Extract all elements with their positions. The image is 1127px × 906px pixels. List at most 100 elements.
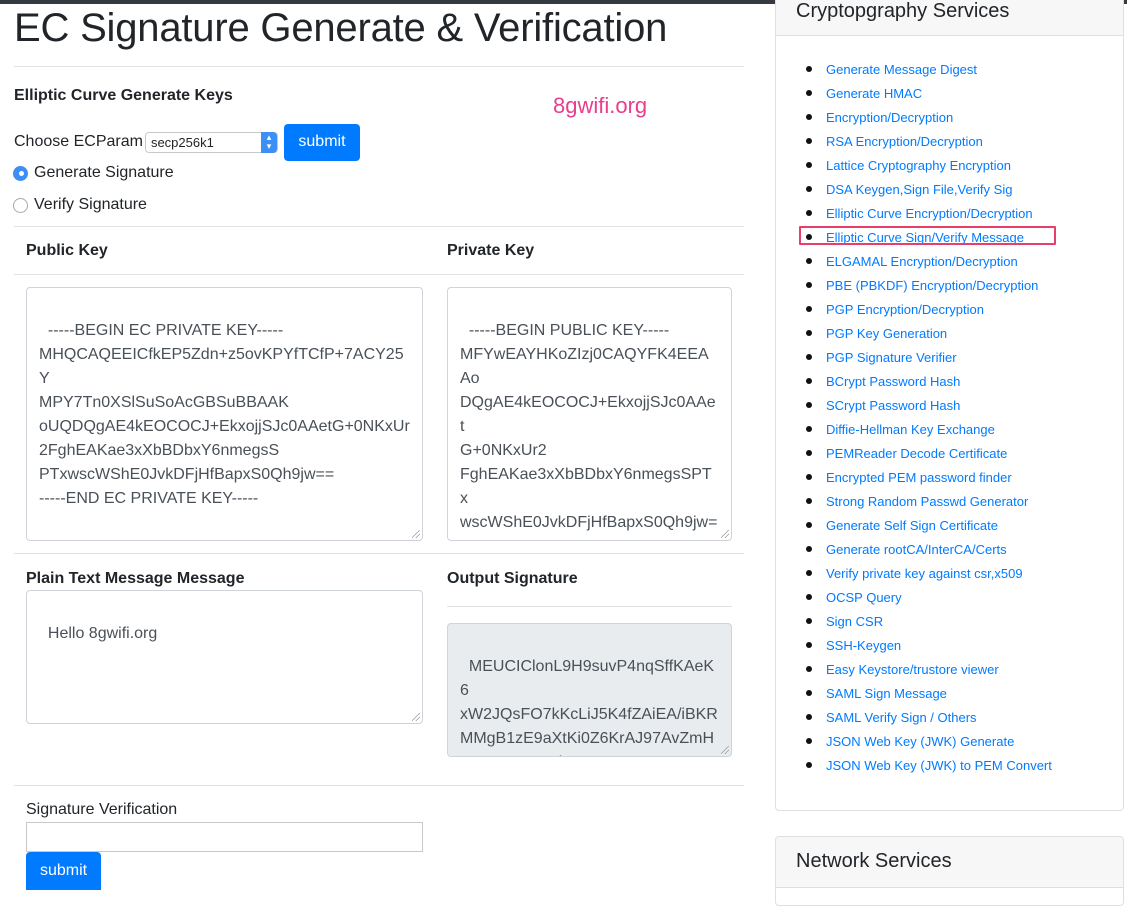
radio-generate-signature[interactable]: Generate Signature [13,164,174,182]
ecparam-select[interactable]: secp256k1 ▴ ▾ [144,131,278,153]
private-key-title: Private Key [447,242,535,259]
radio-label: Verify Signature [34,196,147,213]
keygen-section-title: Elliptic Curve Generate Keys [14,87,233,104]
ecparam-selected-value: secp256k1 [150,134,214,150]
divider [14,785,744,786]
divider [14,226,744,227]
private-key-value: -----BEGIN PUBLIC KEY----- MFYwEAYHKoZIz… [460,322,718,540]
generate-keys-submit-button[interactable]: submit [283,123,360,161]
sidebar-link[interactable]: Elliptic Curve Encryption/Decryption [826,206,1033,221]
sidebar-link[interactable]: JSON Web Key (JWK) to PEM Convert [826,758,1052,773]
sidebar-link[interactable]: PGP Signature Verifier [826,350,957,365]
sidebar-item: OCSP Query [800,585,1052,609]
bullet-icon [806,90,812,96]
radio-verify-signature[interactable]: Verify Signature [13,196,147,214]
sidebar-item: Strong Random Passwd Generator [800,489,1052,513]
bullet-icon [806,546,812,552]
bullet-icon [806,498,812,504]
sidebar-link[interactable]: SAML Sign Message [826,686,947,701]
sidebar-link[interactable]: Encryption/Decryption [826,110,953,125]
bullet-icon [806,138,812,144]
sidebar-item: JSON Web Key (JWK) to PEM Convert [800,753,1052,777]
bullet-icon [806,474,812,480]
output-signature-textarea[interactable]: MEUCIClonL9H9suvP4nqSffKAeK6 xW2JQsFO7kK… [447,623,732,757]
resize-handle-icon[interactable] [721,746,729,754]
sidebar-link[interactable]: Generate Self Sign Certificate [826,518,998,533]
bullet-icon [806,378,812,384]
bullet-icon [806,354,812,360]
bullet-icon [806,402,812,408]
bullet-icon [806,450,812,456]
sidebar-link[interactable]: Generate rootCA/InterCA/Certs [826,542,1007,557]
sidebar-link[interactable]: SSH-Keygen [826,638,901,653]
bullet-icon [806,642,812,648]
sidebar-item: Diffie-Hellman Key Exchange [800,417,1052,441]
bullet-icon [806,594,812,600]
sidebar-item: PGP Key Generation [800,321,1052,345]
sidebar-link[interactable]: Generate Message Digest [826,62,977,77]
sidebar-item: Sign CSR [800,609,1052,633]
sidebar-link[interactable]: BCrypt Password Hash [826,374,960,389]
sidebar-link[interactable]: SCrypt Password Hash [826,398,960,413]
sidebar-link[interactable]: PGP Encryption/Decryption [826,302,984,317]
sidebar-item: Encryption/Decryption [800,105,1052,129]
bullet-icon [806,282,812,288]
sidebar-item: Encrypted PEM password finder [800,465,1052,489]
sidebar-item: SSH-Keygen [800,633,1052,657]
radio-unchecked-icon[interactable] [13,197,28,213]
sidebar-item: Generate HMAC [800,81,1052,105]
network-services-card: Network Services [775,836,1124,906]
sidebar-link[interactable]: Strong Random Passwd Generator [826,494,1028,509]
sidebar-item: Generate rootCA/InterCA/Certs [800,537,1052,561]
sidebar-item: JSON Web Key (JWK) Generate [800,729,1052,753]
sidebar-link[interactable]: PGP Key Generation [826,326,947,341]
bullet-icon [806,522,812,528]
bullet-icon [806,666,812,672]
bullet-icon [806,570,812,576]
divider [14,274,744,275]
private-key-textarea[interactable]: -----BEGIN PUBLIC KEY----- MFYwEAYHKoZIz… [447,287,732,541]
sidebar-link[interactable]: RSA Encryption/Decryption [826,134,983,149]
output-signature-value: MEUCIClonL9H9suvP4nqSffKAeK6 xW2JQsFO7kK… [460,658,718,756]
page-title: EC Signature Generate & Verification [14,6,668,50]
radio-label: Generate Signature [34,164,174,181]
sidebar-item: PBE (PBKDF) Encryption/Decryption [800,273,1052,297]
sidebar-item: PGP Signature Verifier [800,345,1052,369]
bullet-icon [806,618,812,624]
public-key-title: Public Key [26,242,108,259]
sidebar-item: DSA Keygen,Sign File,Verify Sig [800,177,1052,201]
sidebar-link[interactable]: PBE (PBKDF) Encryption/Decryption [826,278,1038,293]
sidebar-item: Elliptic Curve Encryption/Decryption [800,201,1052,225]
sidebar-item: PGP Encryption/Decryption [800,297,1052,321]
verify-submit-button[interactable]: submit [26,852,101,890]
resize-handle-icon[interactable] [412,713,420,721]
bullet-icon [806,426,812,432]
public-key-textarea[interactable]: -----BEGIN EC PRIVATE KEY----- MHQCAQEEI… [26,287,423,541]
resize-handle-icon[interactable] [721,530,729,538]
sidebar-link[interactable]: Easy Keystore/trustore viewer [826,662,999,677]
signature-verification-input[interactable] [26,822,423,852]
output-signature-title: Output Signature [447,570,578,587]
sidebar-link[interactable]: Sign CSR [826,614,883,629]
sidebar-link[interactable]: Generate HMAC [826,86,922,101]
sidebar-item: PEMReader Decode Certificate [800,441,1052,465]
bullet-icon [806,186,812,192]
sidebar-link[interactable]: PEMReader Decode Certificate [826,446,1007,461]
sidebar-item: RSA Encryption/Decryption [800,129,1052,153]
sidebar-link[interactable]: ELGAMAL Encryption/Decryption [826,254,1018,269]
message-textarea[interactable]: Hello 8gwifi.org [26,590,423,724]
resize-handle-icon[interactable] [412,530,420,538]
sidebar-link[interactable]: SAML Verify Sign / Others [826,710,977,725]
sidebar-item: ELGAMAL Encryption/Decryption [800,249,1052,273]
sidebar-link[interactable]: Encrypted PEM password finder [826,470,1012,485]
sidebar-link[interactable]: Lattice Cryptography Encryption [826,158,1011,173]
sidebar-link[interactable]: JSON Web Key (JWK) Generate [826,734,1014,749]
crypto-services-list: Generate Message Digest Generate HMAC Encr… [799,57,1056,777]
sidebar-item: SAML Verify Sign / Others [800,705,1052,729]
sidebar-link[interactable]: Verify private key against csr,x509 [826,566,1023,581]
sidebar-link[interactable]: OCSP Query [826,590,902,605]
radio-checked-icon[interactable] [13,165,28,181]
sidebar-link[interactable]: Diffie-Hellman Key Exchange [826,422,995,437]
ecparam-row: Choose ECParam secp256k1 ▴ ▾ submit [14,123,360,161]
sidebar-link[interactable]: DSA Keygen,Sign File,Verify Sig [826,182,1012,197]
